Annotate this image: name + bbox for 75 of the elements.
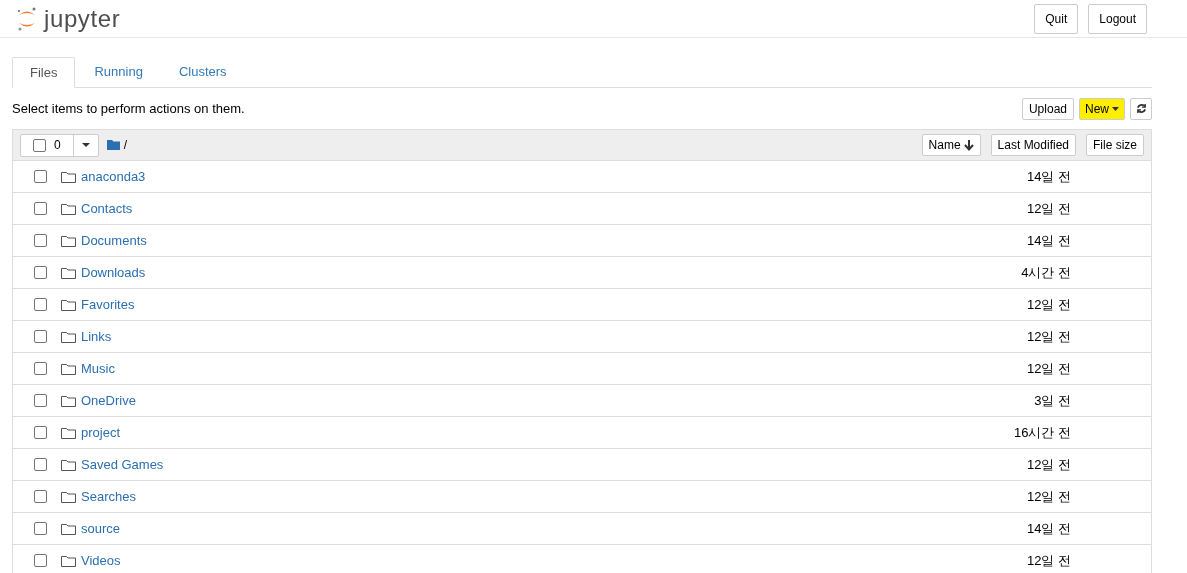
folder-icon bbox=[106, 140, 120, 150]
folder-icon bbox=[61, 522, 76, 535]
folder-link[interactable]: Music bbox=[81, 358, 115, 379]
jupyter-logo[interactable]: jupyter bbox=[16, 5, 121, 32]
checkbox[interactable] bbox=[33, 138, 46, 152]
folder-link[interactable]: source bbox=[81, 518, 121, 539]
folder-icon bbox=[61, 234, 76, 247]
folder-link[interactable]: Searches bbox=[81, 486, 136, 507]
folder-icon bbox=[61, 394, 76, 407]
instruction-text: Select items to perform actions on them. bbox=[12, 99, 245, 118]
modified-time: 14일 전 bbox=[1026, 519, 1071, 538]
modified-time: 12일 전 bbox=[1026, 359, 1071, 378]
modified-time: 12일 전 bbox=[1026, 295, 1071, 314]
select-all-control[interactable]: 0 bbox=[20, 133, 99, 157]
refresh-button[interactable] bbox=[1130, 97, 1152, 120]
upload-button[interactable]: Upload bbox=[1021, 97, 1074, 120]
modified-time: 14일 전 bbox=[1026, 231, 1071, 250]
sort-button[interactable]: Name bbox=[921, 134, 981, 156]
folder-icon bbox=[61, 170, 76, 183]
tab[interactable]: Clusters bbox=[161, 57, 244, 87]
checkbox[interactable] bbox=[34, 394, 47, 407]
checkbox[interactable] bbox=[34, 458, 47, 471]
folder-link[interactable]: Documents bbox=[81, 230, 147, 251]
folder-link[interactable]: Links bbox=[81, 326, 112, 347]
folder-icon bbox=[61, 458, 76, 471]
modified-time: 12일 전 bbox=[1026, 199, 1071, 218]
refresh-icon bbox=[1135, 103, 1147, 114]
modified-time: 12일 전 bbox=[1026, 455, 1071, 474]
selected-count: 0 bbox=[54, 137, 61, 154]
folder-icon bbox=[61, 330, 76, 343]
folder-link[interactable]: project bbox=[81, 422, 121, 443]
modified-time: 12일 전 bbox=[1026, 487, 1071, 506]
sort-button[interactable]: File size bbox=[1086, 134, 1144, 156]
folder-link[interactable]: OneDrive bbox=[81, 390, 136, 411]
header-button[interactable]: Quit bbox=[1034, 3, 1079, 34]
folder-link[interactable]: Videos bbox=[81, 550, 121, 571]
checkbox[interactable] bbox=[34, 266, 47, 279]
breadcrumb-path[interactable]: / bbox=[123, 136, 128, 154]
checkbox[interactable] bbox=[34, 554, 47, 567]
checkbox[interactable] bbox=[34, 426, 47, 439]
folder-icon bbox=[61, 298, 76, 311]
new-button[interactable]: New bbox=[1079, 97, 1125, 120]
modified-time: 3일 전 bbox=[1034, 391, 1071, 410]
checkbox[interactable] bbox=[34, 330, 47, 343]
checkbox[interactable] bbox=[34, 202, 47, 215]
folder-icon bbox=[61, 426, 76, 439]
folder-link[interactable]: anaconda3 bbox=[81, 166, 146, 187]
checkbox[interactable] bbox=[34, 522, 47, 535]
logo-icon bbox=[16, 5, 38, 32]
checkbox[interactable] bbox=[34, 234, 47, 247]
modified-time: 12일 전 bbox=[1026, 327, 1071, 346]
folder-icon bbox=[61, 202, 76, 215]
modified-time: 16시간 전 bbox=[1013, 423, 1071, 442]
down-arrow-icon bbox=[963, 139, 974, 151]
folder-link[interactable]: Favorites bbox=[81, 294, 135, 315]
folder-icon bbox=[61, 266, 76, 279]
folder-icon bbox=[61, 490, 76, 503]
checkbox[interactable] bbox=[34, 170, 47, 183]
caret-icon bbox=[1112, 106, 1119, 111]
folder-link[interactable]: Saved Games bbox=[81, 454, 164, 475]
modified-time: 12일 전 bbox=[1026, 551, 1071, 570]
tab[interactable]: Running bbox=[77, 57, 160, 87]
caret-icon bbox=[81, 143, 90, 147]
folder-icon bbox=[61, 554, 76, 567]
tab[interactable]: Files bbox=[12, 57, 76, 88]
header-button[interactable]: Logout bbox=[1088, 3, 1147, 34]
checkbox[interactable] bbox=[34, 490, 47, 503]
sort-button[interactable]: Last Modified bbox=[990, 134, 1076, 156]
folder-link[interactable]: Downloads bbox=[81, 262, 146, 283]
folder-icon bbox=[61, 362, 76, 375]
checkbox[interactable] bbox=[34, 298, 47, 311]
checkbox[interactable] bbox=[34, 362, 47, 375]
folder-link[interactable]: Contacts bbox=[81, 198, 133, 219]
modified-time: 4시간 전 bbox=[1021, 263, 1071, 282]
modified-time: 14일 전 bbox=[1026, 167, 1071, 186]
